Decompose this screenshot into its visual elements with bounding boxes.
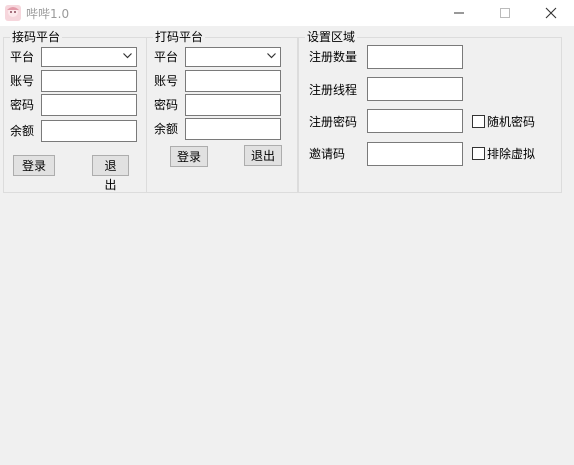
reg-threads-label: 注册线程 [309, 83, 358, 97]
receive-platform-label: 平台 [10, 50, 35, 64]
captcha-password-input[interactable] [185, 94, 281, 116]
receive-account-input[interactable] [41, 70, 137, 92]
receive-login-button[interactable]: 登录 [13, 155, 55, 176]
random-password-checkbox[interactable] [472, 115, 485, 128]
exclude-virtual-label[interactable]: 排除虚拟 [487, 147, 535, 161]
random-password-label[interactable]: 随机密码 [487, 115, 535, 129]
captcha-platform-label: 平台 [154, 50, 179, 64]
captcha-balance-input[interactable] [185, 118, 281, 140]
captcha-password-label: 密码 [154, 98, 179, 112]
receive-logout-button[interactable]: 退出 [92, 155, 129, 192]
captcha-account-input[interactable] [185, 70, 281, 92]
captcha-balance-label: 余额 [154, 122, 179, 136]
invite-code-label: 邀请码 [309, 147, 346, 161]
title-bar: 哔哔1.0 [0, 0, 574, 26]
receive-platform-select[interactable] [41, 47, 137, 67]
invite-code-input[interactable] [367, 142, 463, 166]
maximize-icon [500, 8, 510, 18]
settings-legend: 设置区域 [305, 30, 358, 44]
captcha-account-label: 账号 [154, 74, 179, 88]
exclude-virtual-checkbox[interactable] [472, 147, 485, 160]
chevron-down-icon [267, 53, 276, 59]
receive-password-input[interactable] [41, 94, 137, 116]
captcha-platform-legend: 打码平台 [153, 30, 206, 44]
receive-balance-input[interactable] [41, 120, 137, 142]
minimize-button[interactable] [436, 0, 482, 26]
reg-count-label: 注册数量 [309, 50, 358, 64]
maximize-button[interactable] [482, 0, 528, 26]
receive-balance-label: 余额 [10, 124, 35, 138]
close-button[interactable] [528, 0, 574, 26]
reg-password-input[interactable] [367, 109, 463, 133]
captcha-logout-button[interactable]: 退出 [244, 145, 282, 166]
close-icon [545, 7, 557, 19]
captcha-platform-select[interactable] [185, 47, 281, 67]
app-icon [5, 5, 21, 21]
receive-platform-legend: 接码平台 [10, 30, 63, 44]
chevron-down-icon [123, 53, 132, 59]
receive-account-label: 账号 [10, 74, 35, 88]
minimize-icon [454, 12, 464, 14]
receive-password-label: 密码 [10, 98, 35, 112]
reg-threads-input[interactable] [367, 77, 463, 101]
window-title: 哔哔1.0 [26, 7, 70, 21]
reg-count-input[interactable] [367, 45, 463, 69]
reg-password-label: 注册密码 [309, 115, 358, 129]
captcha-login-button[interactable]: 登录 [170, 146, 208, 167]
